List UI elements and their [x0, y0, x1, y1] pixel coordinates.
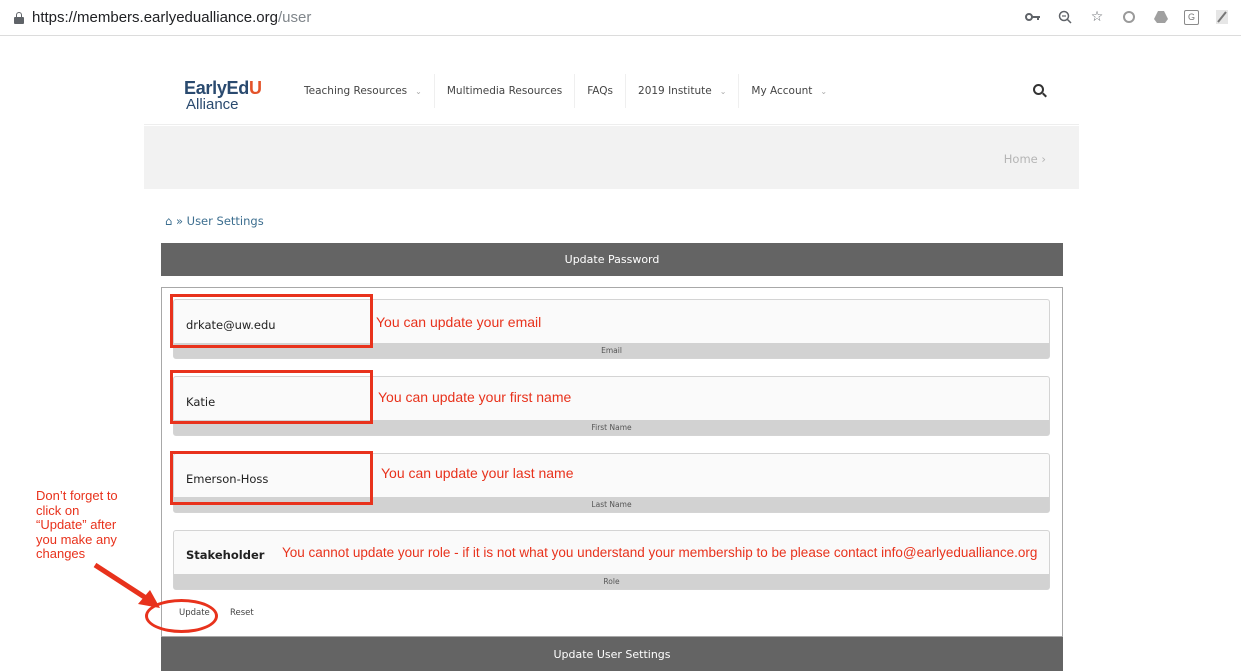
browser-address-bar[interactable]: https://members.earlyedualliance.org/use… [0, 0, 1241, 36]
nav-label: My Account [751, 85, 813, 97]
page-title-band: Home › [144, 126, 1079, 189]
nav-label: Multimedia Resources [446, 85, 563, 97]
nav-faqs[interactable]: FAQs [575, 74, 627, 108]
update-user-settings-button[interactable]: Update User Settings [161, 637, 1063, 671]
lock-icon [14, 12, 24, 24]
update-highlight-ring [145, 599, 218, 633]
role-value: Stakeholder [186, 548, 265, 562]
nav-label: 2019 Institute [638, 85, 712, 97]
nav-label: Teaching Resources [304, 85, 408, 97]
role-label: Role [174, 574, 1049, 589]
nav-my-account[interactable]: My Account ⌄ [739, 74, 839, 108]
logo-text-main: EarlyEd [184, 78, 249, 98]
email-annotation: You can update your email [376, 314, 542, 330]
chevron-down-icon: ⌄ [415, 86, 422, 96]
last-name-highlight-box [170, 451, 373, 505]
nav-teaching-resources[interactable]: Teaching Resources ⌄ [292, 74, 435, 108]
update-password-button[interactable]: Update Password [161, 243, 1063, 276]
search-icon[interactable] [1033, 84, 1044, 95]
key-icon[interactable] [1024, 8, 1042, 26]
url-host: https://members.earlyedualliance.org [32, 9, 278, 26]
zoom-icon[interactable] [1056, 8, 1074, 26]
reset-button[interactable]: Reset [230, 608, 254, 618]
main-nav: Teaching Resources ⌄ Multimedia Resources… [292, 74, 839, 108]
url-text[interactable]: https://members.earlyedualliance.org/use… [32, 9, 311, 26]
role-annotation: You cannot update your role - if it is n… [282, 545, 1038, 560]
edit-ext-icon[interactable] [1213, 8, 1231, 26]
site-logo[interactable]: EarlyEdU Alliance [184, 79, 262, 112]
circle-ext-icon[interactable] [1120, 8, 1138, 26]
logo-text-sub: Alliance [186, 96, 239, 113]
logo-text-accent: U [248, 78, 262, 98]
chevron-down-icon: ⌄ [820, 86, 828, 96]
role-field: Stakeholder Role [173, 530, 1050, 590]
update-reminder-note: Don’t forget to click on “Update” after … [36, 488, 118, 561]
nav-label: FAQs [587, 85, 614, 97]
nav-multimedia-resources[interactable]: Multimedia Resources [435, 74, 576, 108]
email-highlight-box [170, 294, 373, 348]
star-icon[interactable]: ☆ [1088, 8, 1106, 26]
drive-ext-icon[interactable] [1152, 8, 1170, 26]
home-breadcrumb-link[interactable]: Home › [1004, 152, 1046, 166]
first-name-annotation: You can update your first name [378, 389, 572, 405]
last-name-annotation: You can update your last name [381, 465, 574, 481]
first-name-highlight-box [170, 370, 373, 424]
site-header: EarlyEdU Alliance Teaching Resources ⌄ Mu… [144, 57, 1079, 125]
nav-2019-institute[interactable]: 2019 Institute ⌄ [626, 74, 740, 108]
breadcrumb[interactable]: ⌂ » User Settings [165, 214, 264, 228]
chevron-down-icon: ⌄ [719, 86, 727, 96]
g-ext-icon[interactable]: G [1184, 9, 1199, 25]
url-path: /user [277, 9, 312, 26]
